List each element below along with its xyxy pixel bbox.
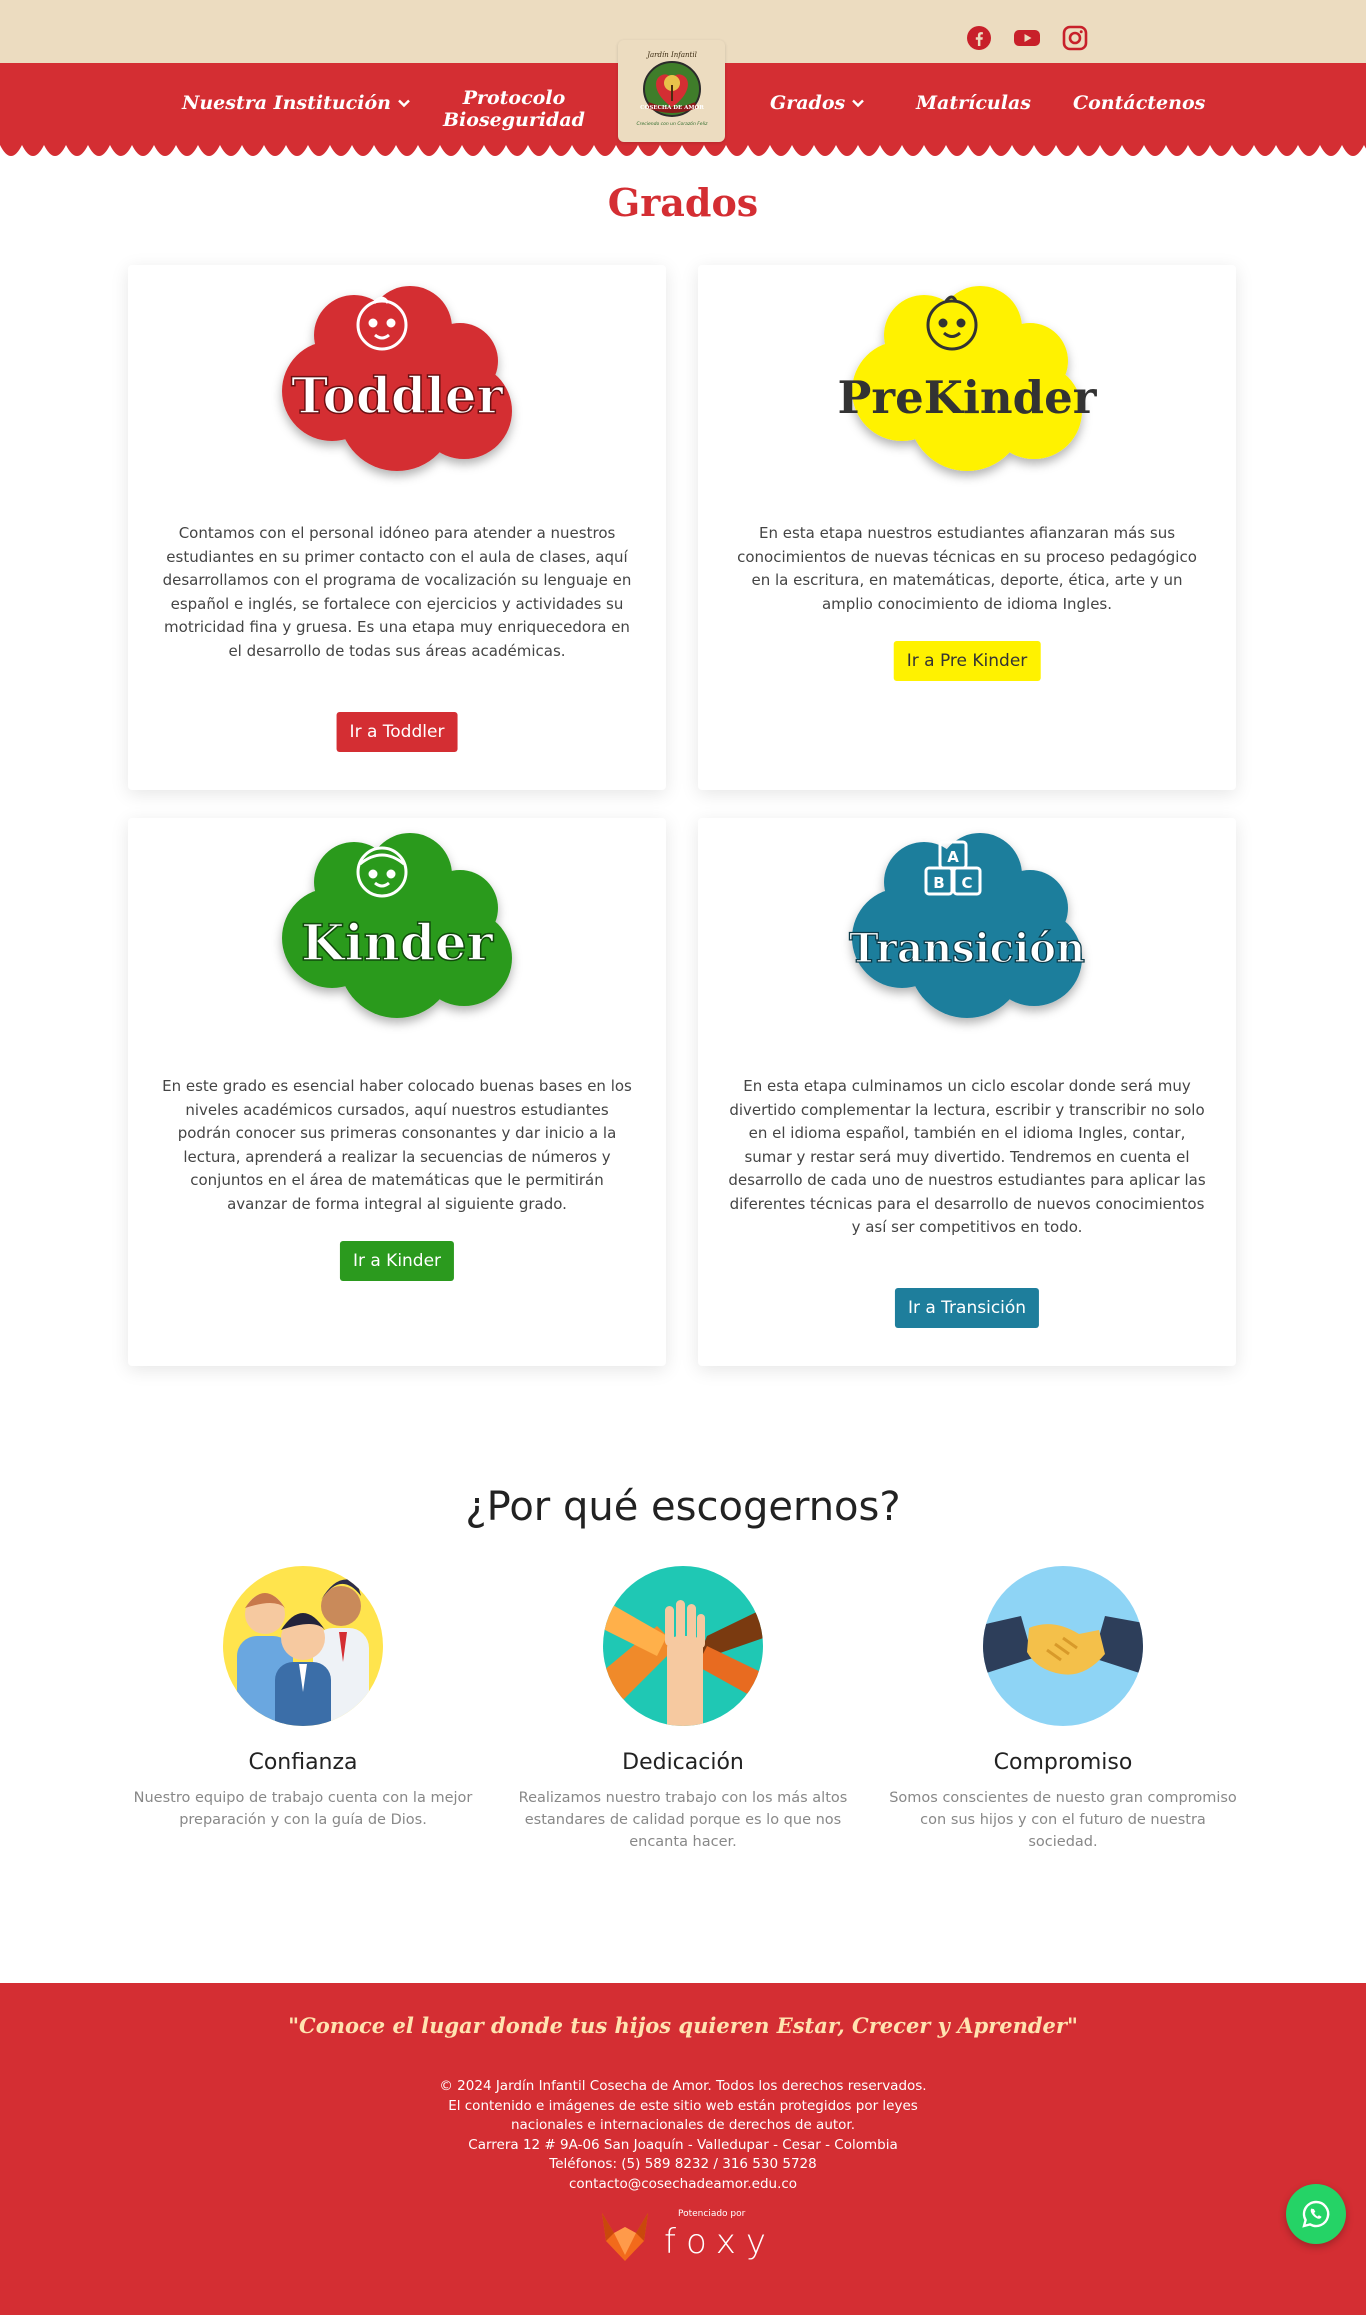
badge-label: Toddler: [291, 366, 504, 425]
why-item-title: Confianza: [248, 1750, 358, 1775]
go-transicion-button[interactable]: Ir a Transición: [894, 1288, 1040, 1328]
go-kinder-button[interactable]: Ir a Kinder: [339, 1241, 455, 1281]
nav-item-label: Protocolo: [462, 87, 566, 109]
nav-item-institucion[interactable]: Nuestra Institución: [182, 92, 411, 114]
why-item-title: Compromiso: [993, 1750, 1133, 1775]
facebook-icon[interactable]: [965, 24, 993, 52]
nav-item-label: Bioseguridad: [443, 109, 585, 131]
card-description: En este grado es esencial haber colocado…: [162, 1077, 632, 1213]
footer-quote: "Conoce el lugar donde tus hijos quieren…: [288, 2013, 1078, 2038]
nav-item-protocolo[interactable]: Protocolo Bioseguridad: [443, 87, 585, 131]
card-description: Contamos con el personal idóneo para ate…: [162, 524, 632, 660]
why-section-title: ¿Por qué escogernos?: [465, 1484, 901, 1530]
logo-tagline: Creciendo con un Corazón Feliz: [636, 120, 708, 127]
logo-top-text: Jardín Infantil: [645, 51, 697, 59]
card-description: En esta etapa nuestros estudiantes afian…: [737, 524, 1197, 613]
grade-card-transicion: A B C Transición En esta etapa culminamo…: [698, 818, 1236, 1366]
copyright-text: © 2024 Jardín Infantil Cosecha de Amor. …: [439, 2078, 927, 2094]
grade-card-prekinder: PreKinder En esta etapa nuestros estudia…: [698, 265, 1236, 790]
footer-info: © 2024 Jardín Infantil Cosecha de Amor. …: [0, 2077, 1366, 2194]
chevron-down-icon: [398, 99, 410, 108]
chevron-down-icon: [852, 99, 865, 108]
logo-emblem: Jardín Infantil COSECHA DE AMOR Creciend…: [636, 51, 708, 127]
email-link[interactable]: contacto@cosechadeamor.edu.co: [0, 2175, 1366, 2195]
nav-item-label: Nuestra Institución: [182, 92, 391, 114]
team-people-icon: [223, 1566, 383, 1726]
why-item-text: Somos conscientes de nuesto gran comprom…: [889, 1790, 1237, 1850]
powered-by-label: Potenciado por: [678, 2209, 746, 2219]
nav-scallop-edge: [0, 145, 1366, 156]
svg-text:B: B: [933, 874, 944, 892]
fox-logo-icon: [602, 2213, 648, 2261]
footer: "Conoce el lugar donde tus hijos quieren…: [0, 1983, 1366, 2315]
youtube-icon[interactable]: [1013, 24, 1041, 52]
nav-item-label: Grados: [770, 92, 846, 114]
card-description: En esta etapa culminamos un ciclo escola…: [728, 1077, 1206, 1236]
why-item-text: Realizamos nuestro trabajo con los más a…: [518, 1790, 848, 1850]
why-item-confianza: Confianza Nuestro equipo de trabajo cuen…: [128, 1566, 478, 1831]
nav-item-matriculas[interactable]: Matrículas: [916, 92, 1031, 114]
nav-item-label: Contáctenos: [1073, 92, 1206, 114]
toddler-badge: Toddler: [282, 286, 512, 471]
nav-item-contactenos[interactable]: Contáctenos: [1073, 92, 1205, 114]
why-item-text: Nuestro equipo de trabajo cuenta con la …: [133, 1790, 473, 1828]
badge-label: PreKinder: [838, 371, 1098, 424]
badge-label: Transición: [849, 925, 1085, 972]
svg-text:A: A: [947, 848, 959, 866]
logo-name: COSECHA DE AMOR: [640, 105, 704, 111]
instagram-icon[interactable]: [1061, 24, 1089, 52]
transicion-badge: A B C Transición: [848, 833, 1086, 1018]
phones-text: Teléfonos: (5) 589 8232 / 316 530 5728: [549, 2156, 817, 2172]
nav-item-grados[interactable]: Grados: [770, 92, 865, 114]
why-item-dedicacion: Dedicación Realizamos nuestro trabajo co…: [508, 1566, 858, 1853]
powered-by-foxy[interactable]: Potenciado por foxy: [600, 2209, 776, 2263]
site-logo[interactable]: Jardín Infantil COSECHA DE AMOR Creciend…: [618, 40, 725, 142]
handshake-icon: [983, 1566, 1143, 1726]
page-title: Grados: [607, 180, 759, 225]
address-text: Carrera 12 # 9A-06 San Joaquín - Valledu…: [468, 2136, 898, 2153]
kinder-badge: Kinder: [282, 833, 512, 1018]
go-toddler-button[interactable]: Ir a Toddler: [336, 712, 458, 752]
whatsapp-icon: [1302, 2200, 1330, 2228]
grade-card-kinder: Kinder En este grado es esencial haber c…: [128, 818, 666, 1366]
foxy-brand: foxy: [664, 2222, 776, 2262]
svg-text:C: C: [961, 874, 972, 892]
go-prekinder-button[interactable]: Ir a Pre Kinder: [893, 641, 1041, 681]
prekinder-badge: PreKinder: [838, 286, 1098, 471]
whatsapp-button[interactable]: [1286, 2184, 1346, 2244]
why-item-compromiso: Compromiso Somos conscientes de nuesto g…: [888, 1566, 1238, 1853]
grade-card-toddler: Toddler Contamos con el personal idóneo …: [128, 265, 666, 790]
nav-item-label: Matrículas: [916, 92, 1031, 114]
why-item-title: Dedicación: [622, 1750, 744, 1775]
badge-label: Kinder: [301, 913, 494, 972]
copyright-notice-line: nacionales e internacionales de derechos…: [510, 2117, 856, 2133]
copyright-notice-line: El contenido e imágenes de este sitio we…: [448, 2097, 918, 2114]
social-links: [965, 24, 1089, 52]
stacked-hands-icon: [603, 1566, 763, 1726]
